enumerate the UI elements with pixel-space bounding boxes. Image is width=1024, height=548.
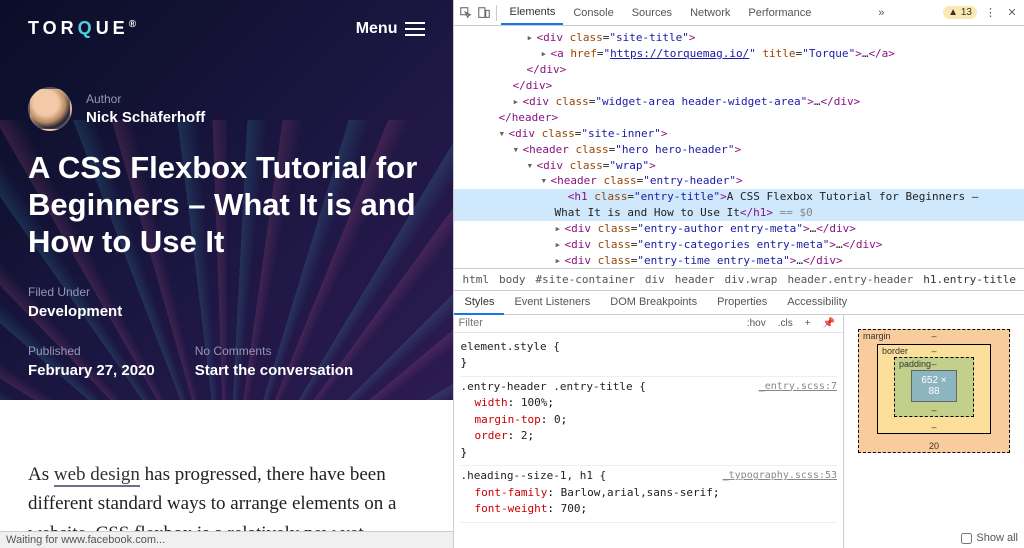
styles-filter-row: :hov .cls + 📌 — [454, 315, 843, 333]
dom-selected-line[interactable]: ⋯ <h1 class="entry-title">A CSS Flexbox … — [454, 189, 1024, 205]
tab-properties[interactable]: Properties — [707, 291, 777, 314]
add-rule-button[interactable]: + — [801, 317, 815, 330]
menu-label: Menu — [356, 20, 398, 38]
tab-performance[interactable]: Performance — [740, 2, 819, 24]
site-logo[interactable]: TORQUE® — [28, 18, 140, 39]
tab-network[interactable]: Network — [682, 2, 738, 24]
breadcrumb-item[interactable]: header — [675, 273, 715, 286]
breadcrumb-item[interactable]: header.entry-header — [787, 273, 913, 286]
breadcrumb-item-selected[interactable]: h1.entry-title — [923, 273, 1016, 286]
site-preview: TORQUE® Menu Author Nick Schäferhoff A C… — [0, 0, 453, 548]
breadcrumb-item[interactable]: html — [462, 273, 489, 286]
page-title: A CSS Flexbox Tutorial for Beginners – W… — [28, 149, 425, 261]
devtools-menu-icon[interactable]: ⋮ — [979, 6, 1002, 19]
logo-pre: TOR — [28, 18, 78, 38]
show-all-checkbox[interactable]: Show all — [961, 532, 1018, 544]
hero-header: TORQUE® Menu Author Nick Schäferhoff A C… — [0, 0, 453, 400]
logo-reg: ® — [129, 19, 140, 30]
tab-accessibility[interactable]: Accessibility — [777, 291, 857, 314]
breadcrumb-item[interactable]: div.wrap — [724, 273, 777, 286]
dom-tree[interactable]: ▸<div class="site-title"> ▸<a href="http… — [454, 26, 1024, 268]
author-name: Nick Schäferhoff — [86, 109, 205, 126]
published-label: Published — [28, 344, 155, 358]
filed-under-label: Filed Under — [28, 285, 122, 299]
logo-post: UE — [96, 18, 129, 38]
box-border-label: border — [882, 346, 908, 356]
tab-sources[interactable]: Sources — [624, 2, 680, 24]
tab-console[interactable]: Console — [565, 2, 621, 24]
logo-q: Q — [78, 18, 96, 38]
cls-toggle[interactable]: .cls — [774, 317, 797, 330]
devtools-tab-bar: Elements Console Sources Network Perform… — [454, 0, 1024, 26]
dom-breadcrumb[interactable]: html body #site-container div header div… — [454, 268, 1024, 290]
browser-status: Waiting for www.facebook.com... — [0, 531, 453, 548]
divider — [496, 5, 497, 21]
breadcrumb-item[interactable]: body — [499, 273, 526, 286]
tab-styles[interactable]: Styles — [454, 291, 504, 315]
article-text: As — [28, 464, 54, 485]
box-model: margin – border – padding – 652 × 88 – – — [844, 315, 1024, 548]
box-padding-label: padding — [899, 359, 931, 369]
styles-filter-input[interactable] — [458, 317, 738, 329]
filed-under-value[interactable]: Development — [28, 303, 122, 320]
devtools-panel: Elements Console Sources Network Perform… — [453, 0, 1024, 548]
inspect-icon[interactable] — [458, 5, 474, 21]
comments-label: No Comments — [195, 344, 353, 358]
hamburger-icon — [405, 22, 425, 36]
author-block: Author Nick Schäferhoff — [28, 87, 425, 131]
author-label: Author — [86, 92, 205, 106]
hov-toggle[interactable]: :hov — [743, 317, 770, 330]
tab-dom-breakpoints[interactable]: DOM Breakpoints — [600, 291, 707, 314]
published-value: February 27, 2020 — [28, 362, 155, 379]
article-body: As web design has progressed, there have… — [0, 400, 453, 548]
comments-cta[interactable]: Start the conversation — [195, 362, 353, 379]
article-link-web-design[interactable]: web design — [54, 464, 140, 487]
box-content-dims: 652 × 88 — [911, 370, 957, 402]
pin-icon[interactable]: 📌 — [819, 317, 839, 330]
menu-button[interactable]: Menu — [356, 20, 426, 38]
site-nav: TORQUE® Menu — [28, 18, 425, 39]
box-margin-label: margin — [863, 331, 891, 341]
tab-elements[interactable]: Elements — [501, 1, 563, 25]
close-icon[interactable]: ✕ — [1004, 5, 1020, 21]
css-rules[interactable]: element.style {} _entry.scss:7 .entry-he… — [454, 333, 843, 548]
breadcrumb-item[interactable]: #site-container — [535, 273, 634, 286]
box-margin-bottom: 20 — [929, 441, 939, 451]
device-icon[interactable] — [476, 5, 492, 21]
warning-badge[interactable]: ▲ 13 — [943, 6, 977, 19]
avatar — [28, 87, 72, 131]
tab-event-listeners[interactable]: Event Listeners — [504, 291, 600, 314]
styles-tab-bar: Styles Event Listeners DOM Breakpoints P… — [454, 290, 1024, 315]
breadcrumb-item[interactable]: div — [645, 273, 665, 286]
